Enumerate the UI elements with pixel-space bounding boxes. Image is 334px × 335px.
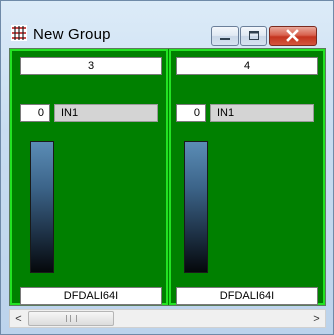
minimize-button[interactable] (211, 26, 239, 46)
device-name-field[interactable]: DFDALI64I (176, 287, 318, 305)
device-name-field[interactable]: DFDALI64I (20, 287, 162, 305)
level-meter[interactable] (30, 141, 54, 273)
chevron-left-icon: < (15, 312, 22, 325)
title-bar[interactable]: New Group (1, 1, 333, 47)
level-meter[interactable] (184, 141, 208, 273)
grid-app-icon (11, 25, 27, 41)
channel-number-field[interactable]: 3 (20, 57, 162, 75)
maximize-icon (249, 31, 259, 40)
channel-strip: 3 0 IN1 DFDALI64I (10, 49, 168, 305)
close-icon (286, 29, 299, 42)
scroll-left-button[interactable]: < (10, 310, 27, 327)
channel-value-field[interactable]: 0 (176, 104, 206, 122)
maximize-button[interactable] (240, 26, 267, 46)
input-select[interactable]: IN1 (54, 104, 158, 122)
channel-number-field[interactable]: 4 (176, 57, 318, 75)
window-title: New Group (33, 26, 111, 43)
grip-icon (65, 315, 77, 322)
channel-strip: 4 0 IN1 DFDALI64I (169, 49, 325, 305)
channel-strips-panel: 3 0 IN1 DFDALI64I 4 0 IN1 DFDALI64I (9, 48, 326, 306)
channel-value-field[interactable]: 0 (20, 104, 50, 122)
minimize-icon (220, 38, 230, 40)
horizontal-scrollbar[interactable]: < > (9, 309, 326, 328)
chevron-right-icon: > (313, 312, 320, 325)
scroll-thumb[interactable] (28, 311, 114, 326)
new-group-window: New Group 3 0 IN1 DFDALI64I 4 0 IN1 DFDA… (0, 0, 334, 335)
input-select[interactable]: IN1 (210, 104, 314, 122)
close-button[interactable] (269, 26, 317, 46)
scroll-right-button[interactable]: > (308, 310, 325, 327)
